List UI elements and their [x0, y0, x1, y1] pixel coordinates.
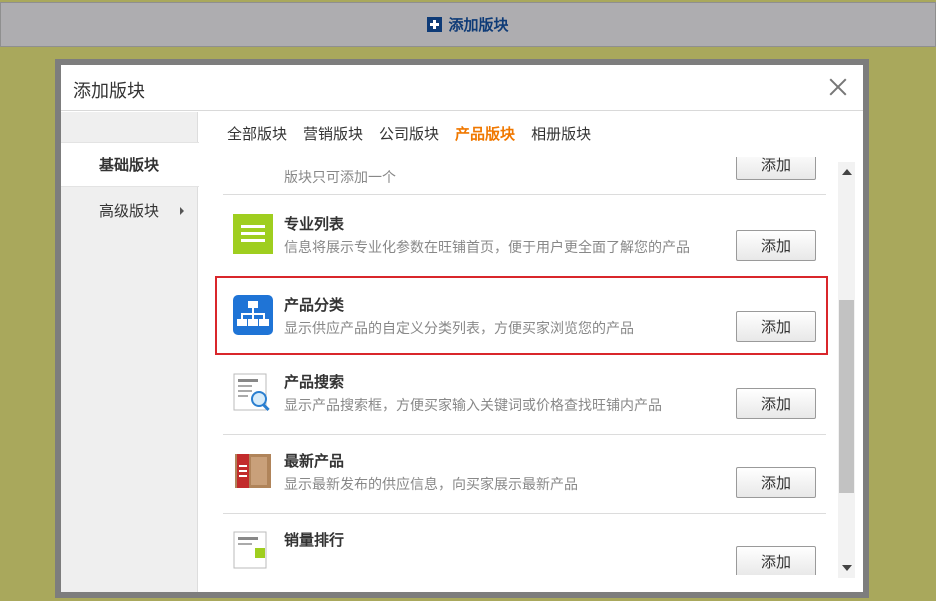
dialog-header: 添加版块 — [61, 65, 863, 111]
category-tree-icon — [233, 295, 273, 335]
dialog-title: 添加版块 — [73, 81, 145, 102]
add-button[interactable]: 添加 — [736, 388, 816, 419]
add-button[interactable]: 添加 — [736, 467, 816, 498]
item-name: 产品分类 — [284, 296, 345, 314]
top-toolbar: 添加版块 — [0, 2, 936, 47]
list-item: 销量排行 添加 — [223, 513, 826, 575]
scroll-down-icon[interactable] — [842, 565, 852, 571]
add-button[interactable]: 添加 — [736, 311, 816, 342]
list-item: 最新产品 显示最新发布的供应信息，向买家展示最新产品 添加 — [223, 434, 826, 514]
dialog-frame: 添加版块 基础版块 高级版块 全部版块 营销版块 公司版块 产品版块 相册版块 … — [55, 59, 869, 598]
sidebar-item-label: 基础版块 — [99, 156, 160, 174]
sidebar-item-advanced[interactable]: 高级版块 — [61, 188, 198, 233]
add-button[interactable]: 添加 — [736, 157, 816, 180]
sales-rank-icon — [233, 530, 273, 570]
list-item: 专业列表 信息将展示专业化参数在旺铺首页，便于用户更全面了解您的产品 添加 — [223, 197, 826, 277]
list-item: 产品搜索 显示产品搜索框，方便买家输入关键词或价格查找旺铺内产品 添加 — [223, 355, 826, 435]
sidebar-item-label: 高级版块 — [99, 202, 160, 220]
add-button[interactable]: 添加 — [736, 546, 816, 575]
scroll-thumb[interactable] — [839, 300, 854, 493]
add-button[interactable]: 添加 — [736, 230, 816, 261]
item-description: 显示最新发布的供应信息，向买家展示最新产品 — [284, 477, 578, 493]
item-description: 版块只可添加一个 — [284, 170, 396, 186]
item-name: 销量排行 — [284, 531, 345, 549]
chevron-right-icon — [180, 207, 184, 215]
add-block-top-label: 添加版块 — [448, 16, 509, 34]
scroll-up-icon[interactable] — [842, 169, 852, 175]
tab-all[interactable]: 全部版块 — [227, 123, 287, 144]
add-block-dialog: 添加版块 基础版块 高级版块 全部版块 营销版块 公司版块 产品版块 相册版块 … — [61, 65, 863, 592]
plus-icon — [427, 17, 443, 32]
list-item-highlighted: 产品分类 显示供应产品的自定义分类列表，方便买家浏览您的产品 添加 — [215, 276, 828, 355]
category-tabs: 全部版块 营销版块 公司版块 产品版块 相册版块 — [227, 123, 591, 144]
item-name: 专业列表 — [284, 215, 345, 233]
block-list: 版块只可添加一个 添加 专业列表 信息将展示专业化参数在旺铺首页，便于用户更全面… — [198, 157, 838, 575]
item-name: 产品搜索 — [284, 373, 345, 391]
tab-company[interactable]: 公司版块 — [379, 123, 439, 144]
tab-album[interactable]: 相册版块 — [531, 123, 591, 144]
new-product-icon — [233, 451, 273, 491]
close-icon[interactable] — [825, 74, 851, 100]
item-description: 显示供应产品的自定义分类列表，方便买家浏览您的产品 — [284, 321, 634, 337]
list-item: 版块只可添加一个 添加 — [223, 157, 826, 195]
item-name: 最新产品 — [284, 452, 345, 470]
add-block-top-button[interactable]: 添加版块 — [427, 14, 509, 35]
item-description: 信息将展示专业化参数在旺铺首页，便于用户更全面了解您的产品 — [284, 240, 690, 256]
list-icon — [233, 214, 273, 254]
tab-marketing[interactable]: 营销版块 — [303, 123, 363, 144]
search-page-icon — [233, 372, 273, 412]
tab-product[interactable]: 产品版块 — [455, 123, 515, 144]
item-description: 显示产品搜索框，方便买家输入关键词或价格查找旺铺内产品 — [284, 398, 662, 414]
list-scrollbar[interactable] — [838, 162, 855, 578]
sidebar-item-basic[interactable]: 基础版块 — [61, 142, 199, 187]
sidebar: 基础版块 高级版块 — [61, 112, 199, 592]
